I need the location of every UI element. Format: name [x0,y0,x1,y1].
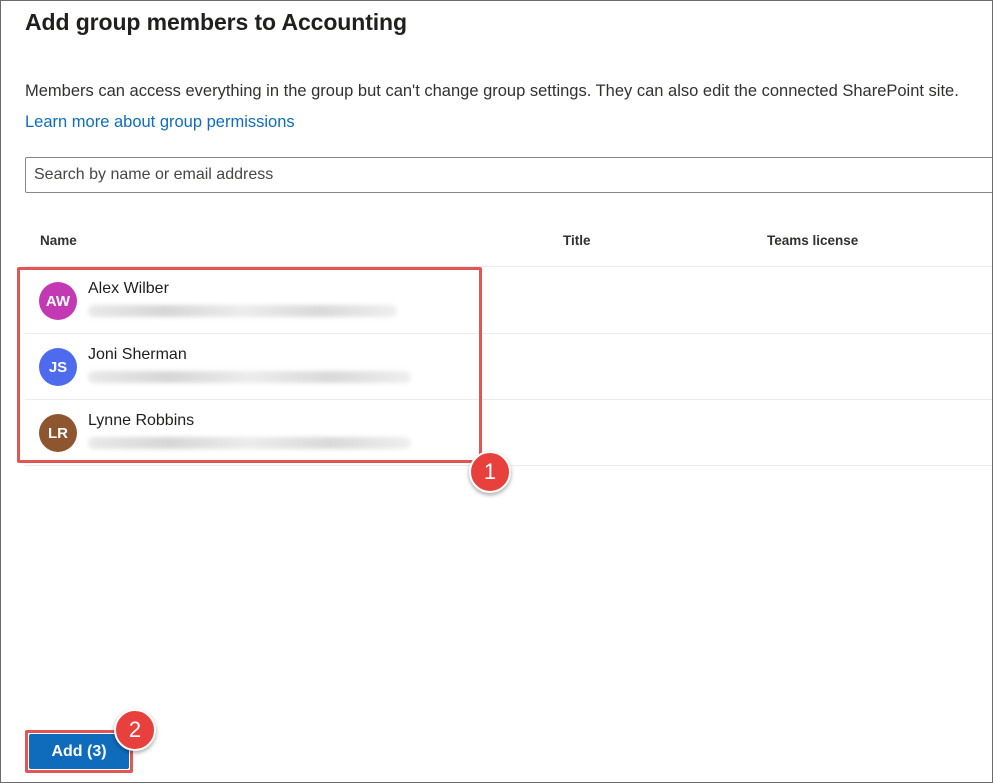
members-highlight-box [17,267,482,463]
column-header-teams-license[interactable]: Teams license [767,233,858,248]
learn-more-link[interactable]: Learn more about group permissions [25,113,295,132]
callout-badge-1: 1 [469,451,511,493]
search-box[interactable] [25,157,992,193]
column-header-title[interactable]: Title [563,233,591,248]
panel-description: Members can access everything in the gro… [25,82,959,100]
add-members-panel: Add group members to Accounting Members … [0,0,993,783]
add-button[interactable]: Add (3) [29,734,129,769]
page-title: Add group members to Accounting [25,9,407,35]
callout-badge-2: 2 [114,709,156,751]
column-header-name[interactable]: Name [40,233,77,248]
search-input[interactable] [26,158,992,192]
